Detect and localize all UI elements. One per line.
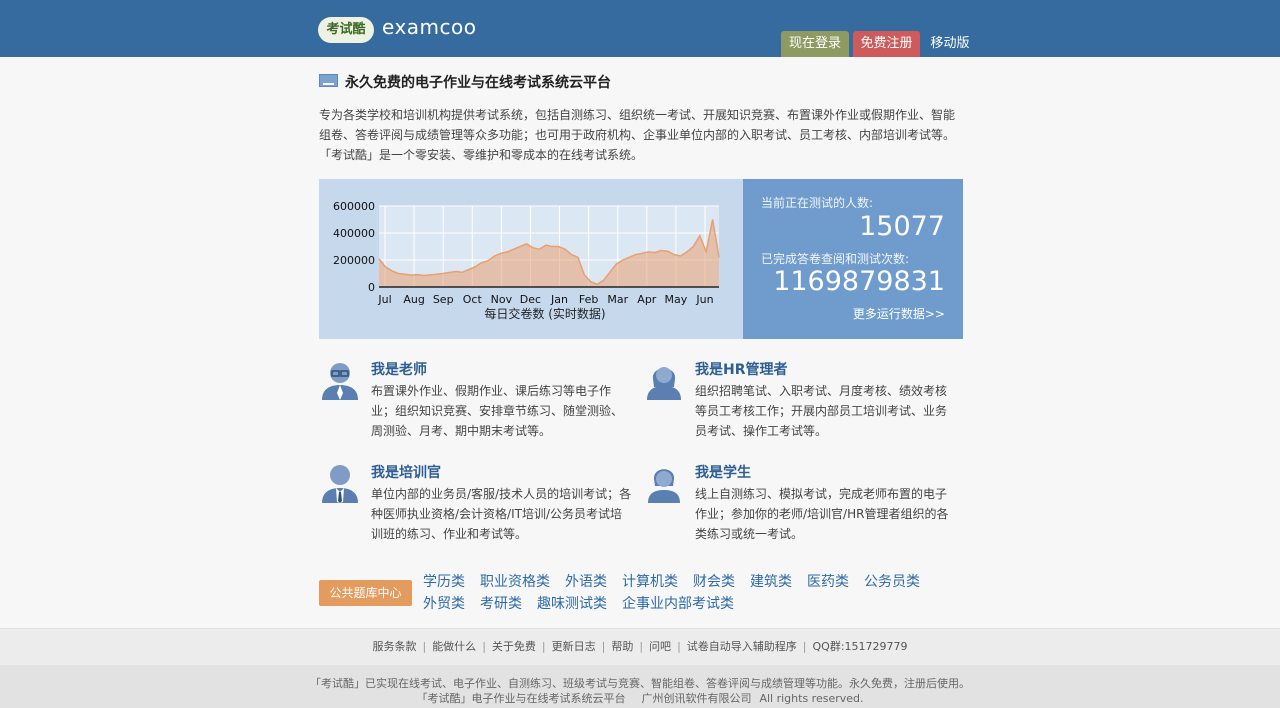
x-tick-label: Jun xyxy=(695,293,713,306)
trainer-icon xyxy=(322,465,358,503)
footer-link[interactable]: 服务条款 xyxy=(372,640,416,653)
category-link[interactable]: 考研类 xyxy=(480,596,522,612)
footer-rights: All rights reserved. xyxy=(759,692,864,705)
intro-paragraph: 专为各类学校和培训机构提供考试系统，包括自测练习、组织统一考试、开展知识竞赛、布… xyxy=(319,108,956,162)
category-link[interactable]: 职业资格类 xyxy=(480,574,550,590)
category-link[interactable]: 计算机类 xyxy=(622,574,678,590)
x-tick-label: Feb xyxy=(579,293,598,306)
y-tick-label: 200000 xyxy=(333,254,375,267)
testing-now-label: 当前正在测试的人数: xyxy=(761,196,874,210)
question-bank-categories: 学历类 职业资格类 外语类 计算机类 财会类 建筑类 医药类 公务员类外贸类 考研类 趣味测试类企… xyxy=(423,571,968,615)
category-link[interactable]: 建筑类 xyxy=(750,574,792,590)
x-tick-label: Oct xyxy=(463,293,483,306)
student-icon xyxy=(648,469,680,503)
role-title[interactable]: 我是老师 xyxy=(371,359,427,379)
teacher-icon xyxy=(322,363,358,400)
x-tick-label: May xyxy=(665,293,688,306)
footer-company: 广州创讯软件有限公司 xyxy=(641,692,752,705)
footer-link[interactable]: 帮助 xyxy=(611,640,633,653)
footer-description: 「考试酷」已实现在线考试、电子作业、自测练习、班级考试与竞赛、智能组卷、答卷评阅… xyxy=(310,677,970,690)
chart-caption: 每日交卷数 (实时数据) xyxy=(484,306,605,321)
role-title[interactable]: 我是培训官 xyxy=(371,462,441,482)
role-description: 布置课外作业、假期作业、课后练习等电子作业；组织知识竞赛、安排章节练习、随堂测验… xyxy=(371,384,624,438)
logo-text[interactable]: examcoo xyxy=(382,15,477,39)
x-tick-label: Jan xyxy=(550,293,568,306)
role-description: 单位内部的业务员/客服/技术人员的培训考试；各种医师执业资格/会计资格/IT培训… xyxy=(371,487,632,541)
chart-svg: 600000 400000 200000 0 Jul Aug Sep Oct Nov Dec Ja… xyxy=(333,200,720,321)
y-tick-label: 600000 xyxy=(333,200,375,213)
footer-link[interactable]: 试卷自动导入辅助程序 xyxy=(687,640,797,653)
category-link[interactable]: 医药类 xyxy=(807,574,849,590)
y-tick-label: 0 xyxy=(368,281,375,294)
completed-value: 1169879831 xyxy=(773,266,945,297)
page-title: 永久免费的电子作业与在线考试系统云平台 xyxy=(345,75,611,91)
question-bank-button[interactable]: 公共题库中心 xyxy=(319,580,412,606)
footer-link[interactable]: 更新日志 xyxy=(552,640,596,653)
testing-now-value: 15077 xyxy=(859,211,945,242)
logo-badge[interactable]: 考试酷 xyxy=(318,17,374,43)
top-header-bar: 考试酷 examcoo 现在登录 免费注册 移动版 xyxy=(0,0,1280,57)
daily-submissions-chart: 600000 400000 200000 0 Jul Aug Sep Oct Nov Dec Ja… xyxy=(319,179,743,339)
certificate-icon xyxy=(319,74,338,87)
hr-manager-icon xyxy=(647,367,681,400)
x-tick-label: Apr xyxy=(637,293,657,306)
footer-link[interactable]: 问吧 xyxy=(649,640,671,653)
x-tick-label: Mar xyxy=(607,293,628,306)
y-tick-label: 400000 xyxy=(333,227,375,240)
role-title[interactable]: 我是HR管理者 xyxy=(695,359,788,379)
role-description: 线上自测练习、模拟考试，完成老师布置的电子作业；参加你的老师/培训官/HR管理者… xyxy=(695,487,949,541)
x-tick-label: Jul xyxy=(377,293,391,306)
footer-copyright: 「考试酷」已实现在线考试、电子作业、自测练习、班级考试与竞赛、智能组卷、答卷评阅… xyxy=(0,665,1280,708)
category-link[interactable]: 外贸类 xyxy=(423,596,465,612)
category-link[interactable]: 学历类 xyxy=(423,574,465,590)
more-stats-link[interactable]: 更多运行数据>> xyxy=(853,305,945,322)
login-button[interactable]: 现在登录 xyxy=(781,31,849,57)
category-link[interactable]: 趣味测试类 xyxy=(537,596,607,612)
category-link[interactable]: 外语类 xyxy=(565,574,607,590)
x-tick-label: Dec xyxy=(520,293,541,306)
x-tick-label: Sep xyxy=(433,293,454,306)
role-title[interactable]: 我是学生 xyxy=(695,462,751,482)
category-link[interactable]: 企事业内部考试类 xyxy=(622,596,734,612)
footer-link[interactable]: 能做什么 xyxy=(432,640,476,653)
x-tick-label: Aug xyxy=(403,293,424,306)
category-link[interactable]: 财会类 xyxy=(693,574,735,590)
qq-group: QQ群:151729779 xyxy=(812,640,908,653)
footer-links: 服务条款 | 能做什么 | 关于免费 | 更新日志 | 帮助 | 问吧 | 试卷自动导入辅助程序 | QQ群… xyxy=(0,628,1280,665)
footer-link[interactable]: 关于免费 xyxy=(492,640,536,653)
footer-platform-name: 「考试酷」电子作业与在线考试系统云平台 xyxy=(416,692,626,705)
register-button[interactable]: 免费注册 xyxy=(853,31,920,57)
x-tick-label: Nov xyxy=(491,293,513,306)
footer-copyright-line: 「考试酷」电子作业与在线考试系统云平台 广州创讯软件有限公司 All rights … xyxy=(0,691,1280,706)
mobile-version-link[interactable]: 移动版 xyxy=(926,31,974,57)
role-description: 组织招聘笔试、入职考试、月度考核、绩效考核等员工考核工作；开展内部员工培训考试、… xyxy=(695,384,948,438)
category-link[interactable]: 公务员类 xyxy=(864,574,920,590)
stats-panel: 当前正在测试的人数: 15077 已完成答卷查阅和测试次数: 116987983… xyxy=(743,179,963,339)
completed-label: 已完成答卷查阅和测试次数: xyxy=(761,252,910,266)
